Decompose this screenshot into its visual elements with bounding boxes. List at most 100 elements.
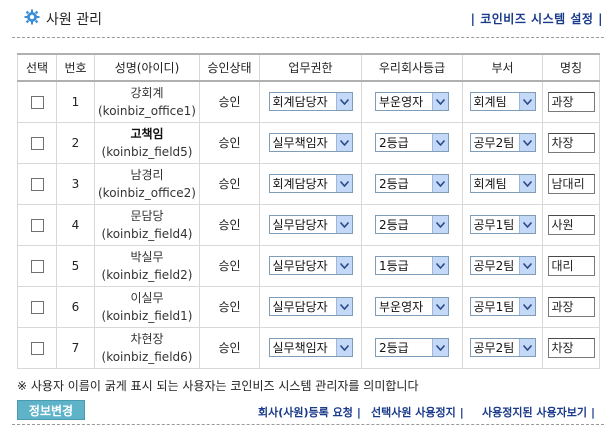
role-select-value: 회계담당자	[272, 95, 328, 110]
chevron-down-icon	[335, 93, 352, 111]
role-select[interactable]: 실무담당자	[268, 215, 353, 234]
dept-select[interactable]: 공무2팀	[469, 256, 536, 275]
chevron-down-icon	[432, 134, 448, 151]
employee-name-text: 박실무	[130, 249, 164, 264]
col-header-grade: 우리회사등급	[361, 53, 463, 82]
role-select[interactable]: 회계담당자	[268, 174, 353, 193]
table-row: 7 차현장 (koinbiz_field6) 승인 실무책임자 2등급 공무2팀 차장	[17, 326, 600, 369]
employee-id-text: (koinbiz_field2)	[101, 267, 193, 282]
row-checkbox[interactable]	[30, 136, 44, 150]
grade-select-value: 2등급	[379, 218, 409, 232]
position-input[interactable]: 사원	[547, 214, 595, 235]
employee-id-text: (koinbiz_office1)	[98, 103, 196, 118]
grade-select-value: 2등급	[379, 177, 409, 191]
role-select[interactable]: 실무책임자	[268, 133, 353, 152]
employee-id-text: (koinbiz_field5)	[101, 144, 193, 159]
role-select[interactable]: 회계담당자	[268, 92, 353, 112]
approval-status: 승인	[199, 121, 260, 164]
divider	[12, 424, 604, 425]
col-header-select: 선택	[17, 53, 57, 82]
grade-select-value: 1등급	[379, 259, 409, 273]
chevron-down-icon	[335, 134, 352, 151]
position-input[interactable]: 남대리	[547, 173, 595, 194]
system-settings-link[interactable]: | 코인비즈 시스템 설정 |	[471, 10, 603, 27]
employee-name-text: 이실무	[130, 290, 164, 305]
dept-select[interactable]: 회계팀	[469, 174, 536, 193]
position-input[interactable]: 과장	[547, 91, 595, 112]
row-checkbox[interactable]	[30, 341, 44, 355]
dept-select-value: 공무1팀	[473, 300, 515, 314]
approval-status: 승인	[199, 244, 260, 287]
info-change-button[interactable]: 정보변경	[17, 400, 85, 420]
approval-status: 승인	[199, 326, 260, 369]
chevron-down-icon	[518, 298, 535, 315]
grade-select[interactable]: 2등급	[375, 133, 449, 152]
position-input[interactable]: 차장	[547, 337, 595, 358]
chevron-down-icon	[518, 93, 535, 111]
grade-select[interactable]: 2등급	[375, 174, 449, 193]
col-header-name: 성명(아이디)	[94, 53, 200, 82]
chevron-down-icon	[518, 175, 535, 192]
chevron-down-icon	[518, 257, 535, 274]
register-request-link[interactable]: 회사(사원)등록 요청 |	[258, 404, 361, 420]
dept-select[interactable]: 회계팀	[469, 92, 536, 112]
role-select[interactable]: 실무담당자	[268, 256, 353, 275]
chevron-down-icon	[432, 339, 448, 356]
col-header-status: 승인상태	[199, 53, 260, 82]
table-row: 2 고책임 (koinbiz_field5) 승인 실무책임자 2등급 공무2팀 차장	[17, 121, 600, 164]
grade-select[interactable]: 부운영자	[375, 297, 449, 316]
grade-select[interactable]: 1등급	[375, 256, 449, 275]
chevron-down-icon	[335, 339, 352, 356]
role-select[interactable]: 실무책임자	[268, 338, 353, 357]
grade-select[interactable]: 2등급	[375, 338, 449, 357]
position-input[interactable]: 과장	[547, 296, 595, 317]
row-checkbox[interactable]	[30, 259, 44, 273]
row-number: 1	[56, 80, 95, 123]
dept-select[interactable]: 공무2팀	[469, 133, 536, 152]
dept-select-value: 회계팀	[473, 177, 507, 191]
suspend-selected-link[interactable]: 선택사원 사용정지 |	[371, 404, 464, 420]
dept-select[interactable]: 공무2팀	[469, 338, 536, 357]
employee-name-text: 남경리	[130, 167, 164, 182]
chevron-down-icon	[432, 257, 448, 274]
grade-select[interactable]: 2등급	[375, 215, 449, 234]
grade-select-value: 부운영자	[379, 95, 424, 110]
chevron-down-icon	[335, 216, 352, 233]
page-title: 사원 관리	[46, 12, 102, 28]
row-number: 3	[56, 162, 95, 205]
dept-select-value: 공무2팀	[473, 259, 515, 273]
row-number: 6	[56, 285, 95, 328]
employee-name: 문담당 (koinbiz_field4)	[95, 207, 199, 243]
employee-id-text: (koinbiz_office2)	[98, 185, 196, 200]
chevron-down-icon	[432, 298, 448, 315]
dept-select[interactable]: 공무1팀	[469, 297, 536, 316]
role-select[interactable]: 실무담당자	[268, 297, 353, 316]
chevron-down-icon	[518, 134, 535, 151]
chevron-down-icon	[432, 93, 448, 111]
position-input[interactable]: 차장	[547, 132, 595, 153]
page-header: 사원 관리 | 코인비즈 시스템 설정 |	[0, 0, 607, 34]
grade-select-value: 2등급	[379, 136, 409, 150]
row-checkbox[interactable]	[30, 300, 44, 314]
admin-note: ※ 사용자 이름이 굵게 표시 되는 사용자는 코인비즈 시스템 관리자를 의미…	[17, 379, 419, 393]
chevron-down-icon	[432, 175, 448, 192]
employee-name: 고책임 (koinbiz_field5)	[95, 125, 199, 161]
view-suspended-link[interactable]: 사용정지된 사용자보기 |	[482, 404, 595, 420]
divider	[12, 37, 604, 38]
position-input[interactable]: 대리	[547, 255, 595, 276]
grade-select[interactable]: 부운영자	[375, 92, 449, 112]
employee-name-text: 고책임	[130, 126, 164, 141]
employee-table: 선택 번호 성명(아이디) 승인상태 업무권한 우리회사등급 부서 명칭 1 강회…	[17, 53, 600, 369]
dept-select[interactable]: 공무1팀	[469, 215, 536, 234]
row-checkbox[interactable]	[30, 218, 44, 232]
row-checkbox[interactable]	[30, 177, 44, 191]
role-select-value: 실무책임자	[272, 136, 328, 150]
approval-status: 승인	[199, 162, 260, 205]
gear-icon	[24, 9, 40, 25]
row-checkbox[interactable]	[30, 95, 44, 109]
table-row: 3 남경리 (koinbiz_office2) 승인 회계담당자 2등급 회계팀 남대리	[17, 162, 600, 205]
table-row: 4 문담당 (koinbiz_field4) 승인 실무담당자 2등급 공무1팀 사원	[17, 203, 600, 246]
role-select-value: 실무담당자	[272, 259, 328, 273]
employee-name-text: 차현장	[130, 331, 164, 346]
table-row: 1 강회계 (koinbiz_office1) 승인 회계담당자 부운영자 회계팀 과장	[17, 80, 600, 123]
